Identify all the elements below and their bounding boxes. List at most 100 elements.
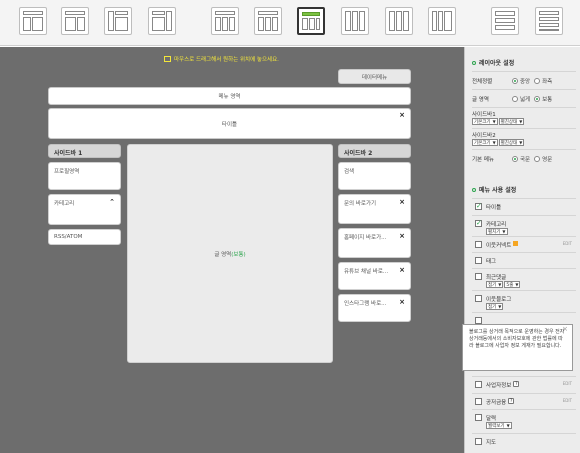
checkbox-icon[interactable] xyxy=(475,317,482,324)
layout-header-shape xyxy=(152,11,165,15)
close-icon[interactable]: × xyxy=(399,266,405,274)
menu-item-biz-info[interactable]: 사업자정보? EDIT xyxy=(472,376,576,393)
layout-option-5[interactable] xyxy=(211,7,239,35)
layout-option-6[interactable] xyxy=(254,7,282,35)
checkbox-icon[interactable] xyxy=(475,295,482,302)
layout-row-shape xyxy=(495,11,515,16)
sidebar2-size-select[interactable]: 기본크기 ▼ xyxy=(472,139,498,146)
sidebar2-setting-label: 사이드바2 xyxy=(472,133,496,139)
select-value: 펼친상태 xyxy=(500,120,518,125)
select-value: 펼친상태 xyxy=(500,141,518,146)
layout-col-shape xyxy=(65,17,76,31)
sidebar1-widget-profile[interactable]: 프로필영역 xyxy=(48,162,121,190)
layout-option-10[interactable] xyxy=(428,7,456,35)
menu-item-neighbor[interactable]: 이웃블로그 접기 ▼ xyxy=(472,290,576,312)
sidebar2-widget-youtube[interactable]: 유튜브 채널 바로... × xyxy=(338,262,411,290)
sidebar1-widget-rss[interactable]: RSS/ATOM xyxy=(48,229,121,245)
menu-item-label: 최근댓글 접기 ▼ 5줄 ▼ xyxy=(486,273,521,288)
edit-link[interactable]: EDIT xyxy=(563,241,572,246)
content-area-block[interactable]: 글 영역 (보통) xyxy=(127,144,333,363)
close-icon[interactable]: × xyxy=(399,111,405,119)
layout-option-4[interactable] xyxy=(148,7,176,35)
close-icon[interactable]: × xyxy=(562,326,568,333)
content-width-wide[interactable]: 넓게 xyxy=(512,95,530,103)
checkbox-icon[interactable] xyxy=(475,257,482,264)
menu-item-label: 타이틀 xyxy=(486,205,502,211)
width-align-left[interactable]: 좌측 xyxy=(534,77,552,85)
menu-item-map[interactable]: 지도 xyxy=(472,433,576,453)
menu-item-recent[interactable]: 최근댓글 접기 ▼ 5줄 ▼ xyxy=(472,268,576,290)
menu-toggle-button[interactable]: 데이터메뉴 xyxy=(338,69,411,84)
sidebar2-widget-search[interactable]: 검색 xyxy=(338,162,411,190)
sidebar2-widget-homepage[interactable]: 홈페이지 바로가... × xyxy=(338,228,411,258)
sidebar1-header[interactable]: 사이드바 1 xyxy=(48,144,121,158)
checkbox-icon[interactable] xyxy=(475,273,482,280)
menu-item-calendar[interactable]: 달력 월력보기 ▼ xyxy=(472,409,576,433)
checkbox-icon[interactable] xyxy=(475,398,482,405)
close-icon[interactable]: × xyxy=(399,198,405,206)
neighbor-select[interactable]: 접기 ▼ xyxy=(486,303,504,310)
category-select[interactable]: 펼치기 ▼ xyxy=(486,228,508,235)
recent-lines-select[interactable]: 5줄 ▼ xyxy=(504,281,521,288)
radio-icon xyxy=(534,77,541,84)
layout-header-shape xyxy=(65,11,85,15)
checkbox-icon[interactable] xyxy=(475,219,482,227)
help-icon[interactable]: ? xyxy=(513,381,520,387)
help-icon[interactable]: ? xyxy=(508,398,515,404)
layout-option-7-selected[interactable] xyxy=(297,7,325,35)
menu-item-category[interactable]: 카테고리펼치기▼ xyxy=(472,215,576,236)
sidebar2-header[interactable]: 사이드바 2 xyxy=(338,144,411,158)
select-value: 5줄 xyxy=(506,283,514,288)
width-align-center[interactable]: 중앙 xyxy=(512,77,530,85)
close-icon[interactable]: × xyxy=(399,298,405,306)
layout-option-2[interactable] xyxy=(61,7,89,35)
menu-item-label: 태그 xyxy=(486,259,497,265)
menu-item-title[interactable]: 타이틀 xyxy=(472,198,576,215)
sidebar1-widget-category[interactable]: 카테고리 ⌃ xyxy=(48,194,121,225)
layout-option-8[interactable] xyxy=(341,7,369,35)
title-block[interactable]: 타이틀 × xyxy=(48,108,411,139)
sidebar1-size-select[interactable]: 기본크기 ▼ xyxy=(472,118,498,125)
menu-area-block[interactable]: 메뉴 영역 xyxy=(48,87,411,105)
sidebar2-widget-instagram[interactable]: 인스타그램 바로... × xyxy=(338,294,411,322)
menu-item-event[interactable]: 이웃커넥트 EDIT xyxy=(472,236,576,252)
checkbox-icon[interactable] xyxy=(475,414,482,421)
menu-settings-title-text: 메뉴 사용 설정 xyxy=(479,187,517,194)
select-value: 기본크기 xyxy=(474,120,491,125)
layout-option-1[interactable] xyxy=(19,7,47,35)
content-width-row: 글 영역 넓게 보통 xyxy=(472,89,576,107)
recent-fold-select[interactable]: 접기 ▼ xyxy=(486,281,504,288)
layout-col-shape xyxy=(403,11,409,31)
menu-lang-english[interactable]: 영문 xyxy=(534,155,552,163)
option-label: 보통 xyxy=(542,96,553,103)
menu-item-hidden[interactable] xyxy=(472,312,576,324)
checkbox-icon[interactable] xyxy=(475,438,482,445)
drag-hint: 마우스로 드래그해서 원하는 위치에 놓으세요. xyxy=(164,55,279,63)
layout-option-11[interactable] xyxy=(491,7,519,35)
content-width-normal[interactable]: 보통 xyxy=(534,95,552,103)
sidebar2-state-select[interactable]: 펼친상태 ▼ xyxy=(498,139,525,146)
close-icon[interactable]: × xyxy=(399,232,405,240)
calendar-select[interactable]: 월력보기 ▼ xyxy=(486,422,512,429)
sidebar2-widget-contact[interactable]: 문의 바로가기 × xyxy=(338,194,411,224)
radio-icon xyxy=(512,95,518,102)
option-label: 넓게 xyxy=(520,96,531,103)
menu-lang-korean[interactable]: 국문 xyxy=(512,155,530,163)
menu-item-public[interactable]: 공저금융? EDIT xyxy=(472,393,576,409)
sidebar1-setting-row: 사이드바1 기본크기 ▼ 펼친상태 ▼ xyxy=(472,107,576,128)
sidebar1-state-select[interactable]: 펼친상태 ▼ xyxy=(498,118,525,125)
checkbox-icon[interactable] xyxy=(475,241,482,248)
widget-label: 인스타그램 바로... xyxy=(344,301,387,307)
layout-option-12[interactable] xyxy=(535,7,563,35)
checkbox-icon[interactable] xyxy=(475,202,482,210)
menu-item-tag[interactable]: 태그 xyxy=(472,252,576,268)
layout-option-3[interactable] xyxy=(104,7,132,35)
checkbox-icon[interactable] xyxy=(475,381,482,388)
chevron-up-icon[interactable]: ⌃ xyxy=(109,198,115,206)
menu-lang-label: 기본 메뉴 xyxy=(472,156,494,163)
edit-link[interactable]: EDIT xyxy=(563,381,572,386)
edit-link[interactable]: EDIT xyxy=(563,398,572,403)
content-area-mode: (보통) xyxy=(231,251,246,258)
width-align-row: 전체정렬 중앙 좌측 xyxy=(472,71,576,89)
layout-option-9[interactable] xyxy=(385,7,413,35)
